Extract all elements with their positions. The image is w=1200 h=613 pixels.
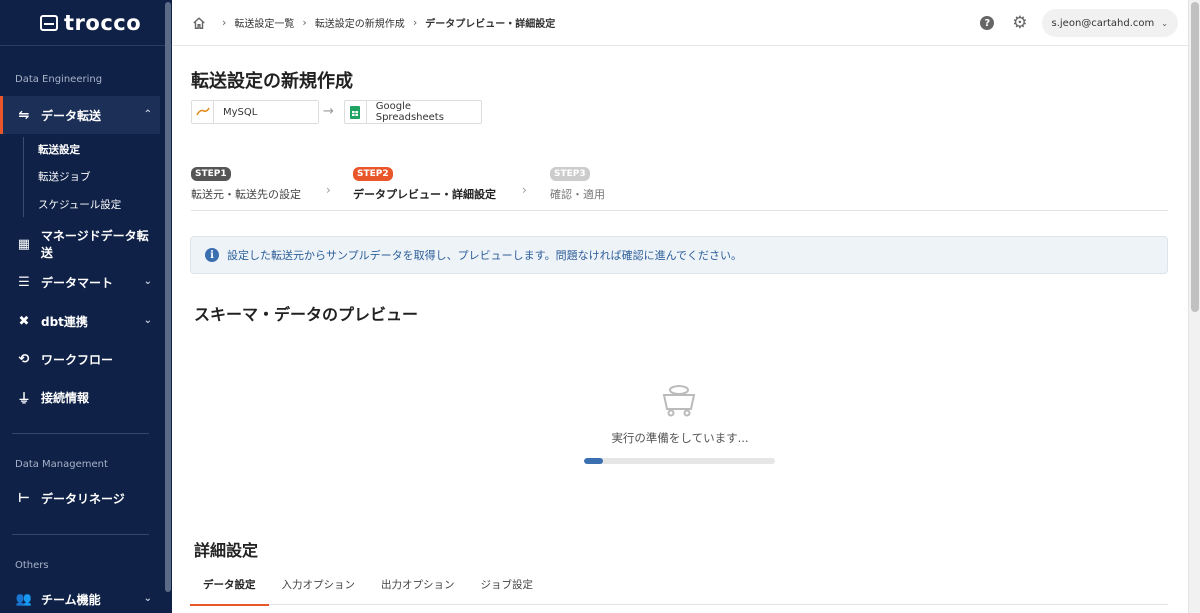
info-text: 設定した転送元からサンプルデータを取得し、プレビューします。問題なければ確認に進… (227, 249, 743, 262)
dbt-icon: ✖ (18, 313, 30, 329)
user-email: s.jeon@cartahd.com (1051, 17, 1155, 29)
submenu-line (23, 137, 24, 217)
sidebar-item-connections[interactable]: ⏚ 接続情報 (0, 378, 160, 416)
lineage-icon: ⊢ (18, 490, 30, 506)
info-banner: i 設定した転送元からサンプルデータを取得し、プレビューします。問題なければ確認… (190, 236, 1168, 274)
plug-icon: ⏚ (17, 391, 31, 407)
help-icon[interactable]: ? (980, 16, 995, 30)
detail-tabs: データ設定 入力オプション 出力オプション ジョブ設定 (190, 571, 1168, 606)
chevron-right-icon: › (326, 183, 331, 197)
step-2: STEP2 データプレビュー・詳細設定 (353, 161, 496, 202)
sidebar-item-data-transfer[interactable]: ⇋ データ転送 ⌃ (0, 96, 160, 134)
sidebar-item-dbt[interactable]: ✖ dbt連携 ⌄ (0, 302, 160, 340)
workflow-icon: ⟲ (18, 351, 30, 367)
chevron-down-icon: ⌄ (143, 276, 152, 287)
chevron-right-icon: › (222, 16, 227, 29)
chevron-down-icon: ⌄ (1161, 18, 1168, 28)
section-label-data-management: Data Management (15, 459, 108, 470)
detail-settings-title: 詳細設定 (194, 541, 259, 560)
step-badge: STEP3 (550, 167, 590, 181)
chevron-right-icon: › (522, 183, 527, 197)
tab-output-options[interactable]: 出力オプション (368, 571, 468, 605)
page-title: 転送設定の新規作成 (191, 71, 353, 92)
trocco-logo[interactable]: trocco (0, 0, 172, 46)
sidebar-scrollbar[interactable] (165, 2, 171, 592)
mysql-icon (192, 101, 214, 123)
step-label: 確認・適用 (550, 188, 605, 201)
transfer-arrows-icon: ⇋ (18, 107, 30, 123)
sidebar-item-label: データ転送 (41, 108, 102, 123)
sidebar-item-label: データリネージ (41, 491, 125, 506)
sidebar-item-label: チーム機能 (41, 592, 101, 607)
app-name: trocco (64, 10, 142, 35)
arrow-right-icon: → (323, 104, 334, 119)
home-icon[interactable] (192, 16, 206, 30)
step-badge: STEP2 (353, 167, 393, 181)
info-icon: i (205, 248, 219, 262)
sidebar-item-label: dbt連携 (41, 314, 88, 329)
preview-section-title: スキーマ・データのプレビュー (194, 305, 419, 324)
main-content: 転送設定の新規作成 MySQL → Google Spreadsheets ST… (172, 47, 1188, 613)
source-name: MySQL (223, 106, 258, 118)
step-3: STEP3 確認・適用 (550, 161, 605, 202)
sidebar-item-team[interactable]: 👥 チーム機能 ⌄ (0, 580, 160, 613)
loading-cart-icon (662, 385, 696, 417)
section-label-data-engineering: Data Engineering (15, 74, 103, 85)
sidebar-divider (12, 433, 149, 434)
sidebar-item-label: 接続情報 (41, 390, 90, 405)
sidebar-divider (12, 534, 149, 535)
team-icon: 👥 (15, 591, 33, 607)
progress-fill (584, 458, 604, 464)
destination-connector: Google Spreadsheets (344, 100, 482, 124)
chevron-up-icon: ⌃ (143, 109, 152, 120)
sidebar-item-datamart[interactable]: ☰ データマート ⌄ (0, 263, 160, 301)
section-label-others: Others (15, 560, 49, 571)
source-connector: MySQL (191, 100, 319, 124)
loading-text: 実行の準備をしています... (611, 431, 749, 445)
step-badge: STEP1 (191, 167, 231, 181)
step-label: 転送元・転送先の設定 (191, 188, 301, 201)
sidebar: trocco Data Engineering ⇋ データ転送 ⌃ 転送設定 転… (0, 0, 172, 613)
sidebar-item-managed-transfer[interactable]: ▦ マネージドデータ転送 (0, 225, 160, 263)
tab-job-settings[interactable]: ジョブ設定 (468, 571, 547, 605)
google-sheets-icon (345, 101, 367, 123)
scrollbar-thumb[interactable] (1191, 2, 1199, 312)
loading-progress-bar (584, 458, 775, 464)
database-icon: ☰ (18, 274, 30, 290)
sidebar-item-label: データマート (41, 275, 114, 290)
sidebar-item-workflow[interactable]: ⟲ ワークフロー (0, 340, 160, 378)
sidebar-subitem-schedule[interactable]: スケジュール設定 (38, 197, 121, 212)
tab-input-options[interactable]: 入力オプション (269, 571, 369, 605)
breadcrumb-transfer-list[interactable]: 転送設定一覧 (234, 15, 294, 30)
sidebar-subitem-transfer-jobs[interactable]: 転送ジョブ (38, 169, 91, 184)
page-scrollbar[interactable] (1188, 0, 1200, 613)
tab-data-settings[interactable]: データ設定 (190, 571, 269, 606)
user-menu[interactable]: s.jeon@cartahd.com ⌄ (1041, 9, 1178, 37)
step-label: データプレビュー・詳細設定 (353, 188, 496, 201)
sidebar-subitem-transfer-settings[interactable]: 転送設定 (38, 142, 80, 157)
destination-name: Google Spreadsheets (375, 101, 444, 123)
grid-icon: ▦ (17, 236, 31, 252)
step-indicator: STEP1 転送元・転送先の設定 › STEP2 データプレビュー・詳細設定 ›… (191, 161, 1168, 211)
breadcrumb-new-transfer[interactable]: 転送設定の新規作成 (315, 15, 405, 30)
step-1: STEP1 転送元・転送先の設定 (191, 161, 301, 202)
gear-icon[interactable]: ⚙ (1012, 14, 1027, 32)
chevron-right-icon: › (412, 16, 418, 29)
sidebar-item-lineage[interactable]: ⊢ データリネージ (0, 479, 160, 517)
breadcrumb-current: データプレビュー・詳細設定 (425, 19, 556, 30)
top-right-controls: ? ⚙ s.jeon@cartahd.com ⌄ (980, 9, 1178, 37)
top-bar: › 転送設定一覧 › 転送設定の新規作成 › データプレビュー・詳細設定 ? ⚙… (172, 0, 1188, 46)
chevron-right-icon: › (302, 16, 307, 29)
sidebar-item-label: ワークフロー (41, 352, 114, 367)
bus-icon (40, 14, 58, 31)
breadcrumb: › 転送設定一覧 › 転送設定の新規作成 › データプレビュー・詳細設定 (172, 15, 555, 30)
sidebar-item-label: マネージドデータ転送 (40, 229, 149, 260)
chevron-down-icon: ⌄ (143, 593, 152, 604)
chevron-down-icon: ⌄ (143, 315, 152, 326)
